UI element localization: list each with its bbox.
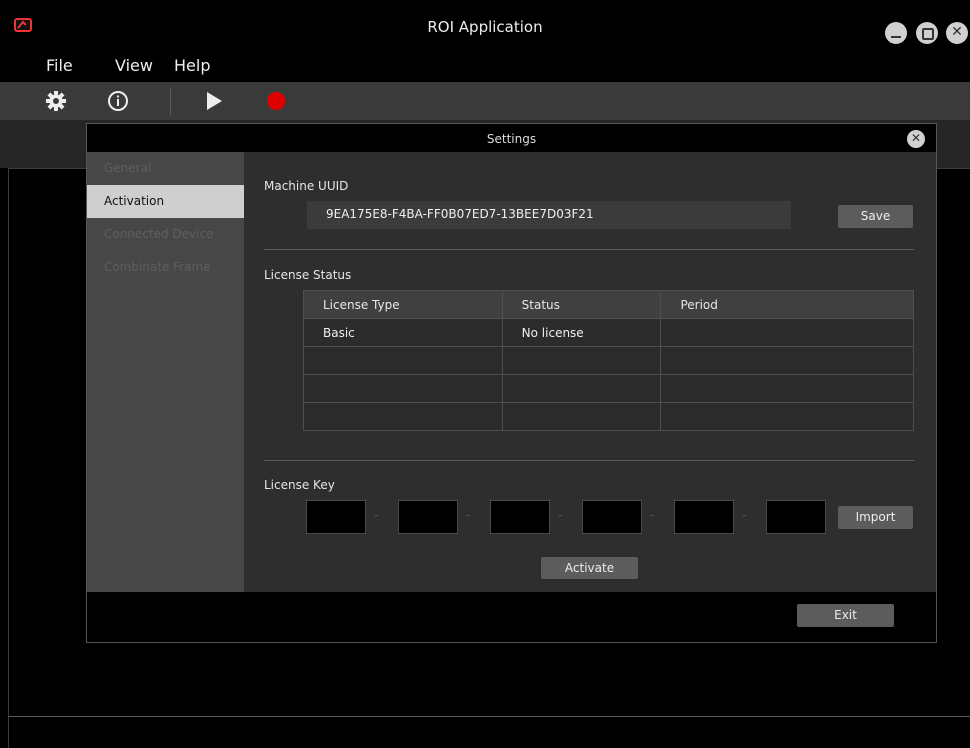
column-header: License Type: [303, 290, 503, 319]
key-separator: -: [558, 508, 563, 522]
table-cell: [303, 402, 503, 431]
maximize-button[interactable]: [916, 22, 938, 44]
info-icon[interactable]: [107, 90, 129, 112]
license-key-field-4[interactable]: [582, 500, 642, 534]
dialog-close-button[interactable]: ✕: [907, 130, 925, 148]
table-cell: [660, 402, 914, 431]
table-cell: Basic: [303, 318, 503, 347]
status-area: [8, 716, 970, 748]
settings-dialog: Settings ✕ General Activation Connected …: [86, 123, 937, 643]
key-separator: -: [374, 508, 379, 522]
table-cell: [660, 318, 914, 347]
settings-sidebar: General Activation Connected Device Comb…: [87, 152, 244, 592]
table-cell: No license: [501, 318, 662, 347]
table-row[interactable]: [303, 374, 914, 403]
key-separator: -: [650, 508, 655, 522]
license-key-label: License Key: [264, 478, 335, 492]
license-key-field-5[interactable]: [674, 500, 734, 534]
close-window-button[interactable]: ✕: [946, 22, 968, 44]
maximize-icon: [922, 28, 934, 40]
table-row[interactable]: [303, 402, 914, 431]
table-cell: [501, 346, 662, 375]
table-cell: [501, 402, 662, 431]
machine-uuid-value: 9EA175E8-F4BA-FF0B07ED7-13BEE7D03F21: [326, 207, 594, 221]
table-cell: [660, 346, 914, 375]
record-icon[interactable]: [265, 90, 287, 112]
table-row[interactable]: [303, 346, 914, 375]
gear-icon[interactable]: [45, 90, 67, 112]
menu-view[interactable]: View: [115, 56, 153, 75]
table-cell: [660, 374, 914, 403]
license-key-field-1[interactable]: [306, 500, 366, 534]
column-header: Period: [660, 290, 914, 319]
machine-uuid-label: Machine UUID: [264, 179, 349, 193]
dialog-footer: Exit: [87, 592, 936, 642]
minimize-button[interactable]: [885, 22, 907, 44]
table-cell: [303, 346, 503, 375]
activate-button[interactable]: Activate: [541, 557, 638, 579]
table-header-row: License Type Status Period: [303, 290, 914, 319]
exit-button[interactable]: Exit: [797, 604, 894, 627]
column-header: Status: [501, 290, 662, 319]
license-key-field-2[interactable]: [398, 500, 458, 534]
sidebar-item-connected-device[interactable]: Connected Device: [87, 218, 244, 251]
window-title: ROI Application: [427, 18, 543, 36]
divider: [264, 249, 914, 250]
sidebar-item-general[interactable]: General: [87, 152, 244, 185]
save-button[interactable]: Save: [838, 205, 913, 228]
table-cell: [501, 374, 662, 403]
close-icon: ✕: [951, 24, 963, 40]
dialog-title: Settings: [486, 132, 537, 146]
license-key-field-3[interactable]: [490, 500, 550, 534]
toolbar: [0, 82, 970, 120]
sidebar-item-activation[interactable]: Activation: [87, 185, 244, 218]
menu-file[interactable]: File: [46, 56, 73, 75]
license-status-table: License Type Status Period Basic No lice…: [303, 290, 914, 431]
toolbar-separator: [170, 88, 171, 116]
table-cell: [303, 374, 503, 403]
play-icon[interactable]: [205, 91, 223, 111]
key-separator: -: [466, 508, 471, 522]
close-icon: ✕: [910, 131, 922, 145]
import-button[interactable]: Import: [838, 506, 913, 529]
key-separator: -: [742, 508, 747, 522]
sidebar-item-combinate-frame[interactable]: Combinate Frame: [87, 251, 244, 284]
activation-panel: Machine UUID 9EA175E8-F4BA-FF0B07ED7-13B…: [244, 152, 936, 592]
minimize-icon: [891, 36, 901, 38]
license-status-label: License Status: [264, 268, 352, 282]
table-row[interactable]: Basic No license: [303, 318, 914, 347]
divider: [264, 460, 914, 461]
menu-help[interactable]: Help: [174, 56, 210, 75]
license-key-field-6[interactable]: [766, 500, 826, 534]
